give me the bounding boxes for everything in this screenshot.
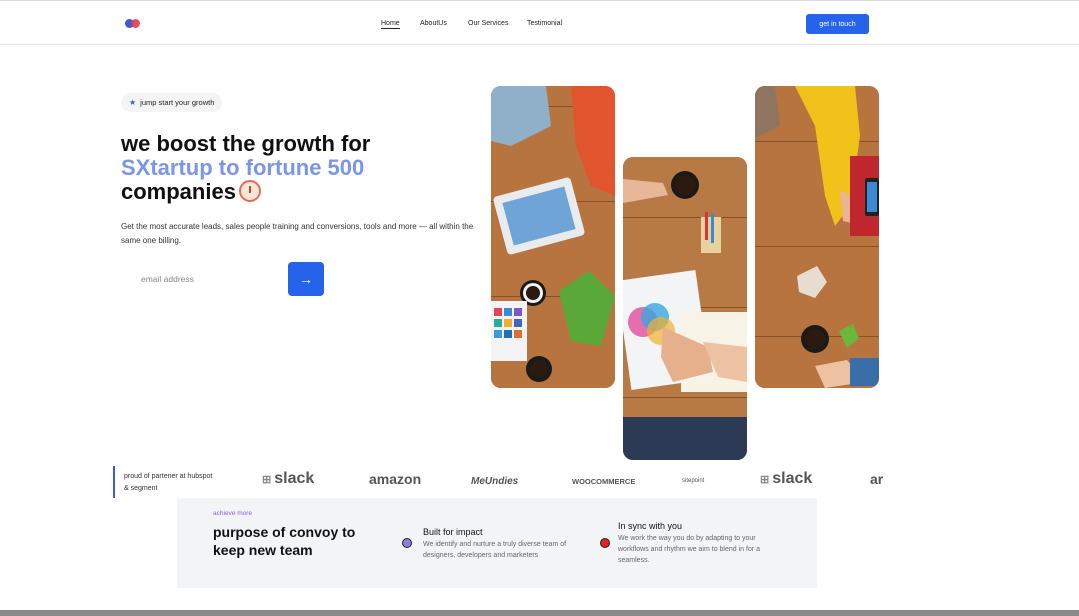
hero-headline: we boost the growth for SXtartup to fort… — [121, 132, 461, 204]
hero-subtext: Get the most accurate leads, sales peopl… — [121, 222, 474, 245]
nav-about-us[interactable]: AboutUs — [420, 20, 447, 27]
purpose-eyebrow: achieve more — [213, 510, 253, 517]
feature-text-sync: We work the way you do by adapting to yo… — [618, 535, 761, 564]
horizontal-scrollbar[interactable] — [0, 610, 1079, 616]
feature-title-sync: In sync with you — [618, 521, 683, 531]
arrow-right-icon: → — [299, 271, 313, 287]
photo-center-illustration — [623, 157, 747, 460]
hero-photo-left — [491, 86, 615, 388]
purpose-section: achieve more purpose of convoy to keep n… — [177, 498, 817, 588]
email-input[interactable] — [129, 266, 279, 292]
feature-title-impact: Built for impact — [423, 527, 483, 537]
purpose-title: purpose of convoy to keep new team — [213, 524, 356, 558]
headline-line-1: we boost the growth for — [121, 131, 371, 156]
nav-testimonial[interactable]: Testimonial — [527, 20, 562, 27]
growth-badge: ★ jump start your growth — [121, 93, 223, 112]
feature-dot-icon — [600, 538, 610, 548]
logo-dot-red — [131, 19, 140, 28]
hero-photo-center — [623, 157, 747, 460]
star-icon: ★ — [129, 98, 137, 107]
nav-our-services[interactable]: Our Services — [468, 20, 508, 27]
slack-hash-icon: ⊞ — [262, 474, 275, 486]
partner-logo-slack-2: ⊞ slack — [760, 470, 813, 487]
partner-caption: proud of partener at hubspot & segment — [124, 473, 213, 492]
submit-email-button[interactable]: → — [288, 262, 324, 296]
brand-logo[interactable] — [125, 19, 141, 29]
partner-logo-meundies: MeUndies — [471, 476, 519, 487]
partner-logo-amazon-partial: ar — [870, 471, 884, 487]
partner-logo-woocommerce: WOOCOMMERCE — [572, 477, 636, 486]
feature-text-impact: We identify and nurture a truly diverse … — [423, 541, 567, 559]
navbar: Home AboutUs Our Services Testimonial ge… — [0, 4, 1079, 45]
partner-logo-slack: ⊞ slack — [262, 470, 315, 487]
alarm-clock-icon — [238, 180, 261, 202]
get-in-touch-button[interactable]: get in touch — [806, 14, 869, 34]
partner-accent-bar — [113, 466, 115, 498]
headline-accent: SXtartup to fortune 500 — [121, 155, 365, 180]
headline-line-3: companies — [121, 179, 236, 204]
slack-hash-icon: ⊞ — [760, 474, 773, 486]
photo-left-illustration — [491, 86, 615, 388]
nav-home[interactable]: Home — [381, 20, 400, 29]
hero-photo-right — [755, 86, 879, 388]
partner-logo-amazon: amazon — [369, 471, 422, 487]
photo-right-illustration — [755, 86, 879, 388]
partner-logo-sitepoint: sitepoint — [682, 478, 705, 484]
feature-dot-icon — [402, 538, 412, 548]
badge-label: jump start your growth — [140, 98, 215, 107]
